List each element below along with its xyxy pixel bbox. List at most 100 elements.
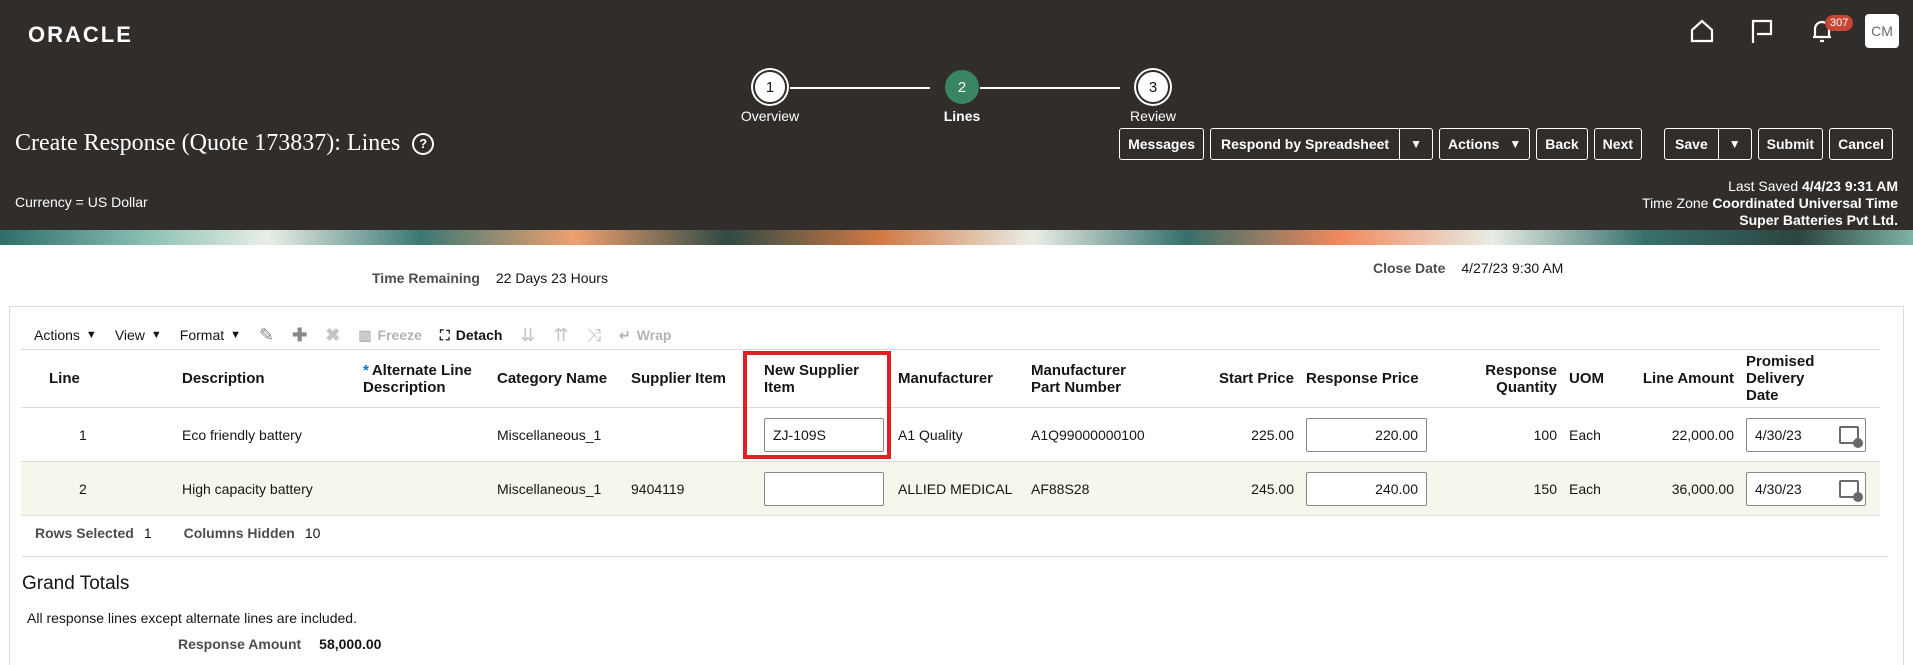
user-avatar[interactable]: CM — [1865, 14, 1899, 48]
help-icon[interactable]: ? — [412, 132, 435, 155]
chevron-down-icon[interactable]: ▼ — [1400, 129, 1432, 159]
flag-icon[interactable] — [1745, 14, 1779, 48]
notifications-bell-icon[interactable]: 307 — [1805, 14, 1854, 48]
table-actions-menu[interactable]: Actions ▼ — [34, 327, 97, 343]
freeze-icon: ▥ — [358, 326, 372, 343]
columns-hidden-label: Columns Hidden — [183, 525, 295, 541]
table-view-menu[interactable]: View ▼ — [115, 327, 162, 343]
step-label: Lines — [943, 108, 981, 124]
chevron-down-icon: ▼ — [1509, 137, 1522, 151]
freeze-button[interactable]: ▥ Freeze — [358, 327, 422, 344]
col-start-price[interactable]: Start Price — [1195, 349, 1300, 408]
time-remaining: Time Remaining 22 Days 23 Hours — [372, 270, 608, 286]
wrap-label: Wrap — [636, 327, 672, 343]
oracle-logo[interactable]: ORACLE — [28, 22, 133, 48]
train-step-lines[interactable]: 2 Lines — [902, 70, 1022, 124]
response-amount-label: Response Amount — [178, 636, 302, 652]
respond-by-spreadsheet-label[interactable]: Respond by Spreadsheet — [1211, 129, 1401, 159]
col-line[interactable]: Line — [43, 349, 176, 408]
grand-totals-heading: Grand Totals — [22, 573, 130, 594]
detach-button[interactable]: ⛶ Detach — [440, 327, 503, 344]
reorder-columns-icon[interactable]: ⤨ — [587, 325, 601, 346]
header-icons: 307 CM — [1685, 14, 1899, 48]
app-header: ORACLE 307 CM 1 Overview 2 Lines 3 Revie… — [0, 0, 1913, 230]
add-plus-icon[interactable]: ✚ — [292, 325, 307, 346]
wrap-icon: ↵ — [619, 326, 631, 343]
response-price-input[interactable]: 220.00 — [1306, 417, 1427, 452]
col-description[interactable]: Description — [176, 349, 357, 408]
col-new-supplier-item[interactable]: New Supplier Item — [758, 349, 892, 408]
rows-selected-value: 1 — [143, 525, 152, 541]
freeze-label: Freeze — [377, 327, 422, 343]
line-amount-cell: 22,000.00 — [1628, 407, 1740, 462]
manufacturer-part-cell: A1Q99000000100 — [1025, 407, 1195, 462]
step-label: Overview — [740, 108, 800, 124]
col-alternate-line-description[interactable]: * Alternate Line Description — [357, 349, 491, 408]
calendar-icon[interactable] — [1839, 425, 1863, 448]
response-price-cell: 240.00 — [1300, 461, 1435, 516]
promised-date-value: 4/30/23 — [1755, 426, 1802, 443]
response-quantity-cell: 100 — [1435, 407, 1563, 462]
col-header-line1: Response — [1485, 361, 1557, 379]
wrap-button[interactable]: ↵ Wrap — [619, 327, 671, 344]
response-price-cell: 220.00 — [1300, 407, 1435, 462]
sort-ascending-icon[interactable]: ⇈ — [554, 325, 569, 346]
description-link[interactable]: High capacity battery — [176, 461, 357, 516]
promised-date-cell: 4/30/23 — [1740, 407, 1880, 462]
new-supplier-item-cell: ZJ-109S — [758, 407, 892, 462]
col-manufacturer-part-number[interactable]: Manufacturer Part Number — [1025, 349, 1195, 408]
home-icon[interactable] — [1685, 14, 1719, 48]
uom-cell: Each — [1563, 461, 1628, 516]
currency-label: Currency = US Dollar — [15, 194, 148, 210]
actions-menu-button[interactable]: Actions ▼ — [1438, 128, 1531, 160]
col-line-amount[interactable]: Line Amount — [1628, 349, 1740, 408]
col-response-price[interactable]: Response Price — [1300, 349, 1435, 408]
next-button[interactable]: Next — [1593, 128, 1643, 160]
chevron-down-icon[interactable]: ▼ — [1719, 129, 1751, 159]
response-price-input[interactable]: 240.00 — [1306, 471, 1427, 506]
col-category-name[interactable]: Category Name — [491, 349, 625, 408]
col-promised-delivery-date[interactable]: Promised Delivery Date — [1740, 349, 1880, 408]
manufacturer-cell: A1 Quality — [892, 407, 1025, 462]
train-step-overview[interactable]: 1 Overview — [710, 70, 830, 124]
line-number-link[interactable]: 1 — [43, 407, 176, 462]
promised-date-cell: 4/30/23 — [1740, 461, 1880, 516]
submit-button[interactable]: Submit — [1757, 128, 1824, 160]
promised-date-input[interactable]: 4/30/23 — [1746, 417, 1866, 452]
col-manufacturer[interactable]: Manufacturer — [892, 349, 1025, 408]
line-number-link[interactable]: 2 — [43, 461, 176, 516]
col-response-quantity[interactable]: Response Quantity — [1435, 349, 1563, 408]
sort-descending-icon[interactable]: ⇊ — [520, 325, 535, 346]
calendar-icon[interactable] — [1839, 479, 1863, 502]
required-asterisk: * — [363, 361, 369, 379]
table-format-menu[interactable]: Format ▼ — [180, 327, 241, 343]
description-link[interactable]: Eco friendly battery — [176, 407, 357, 462]
row-selector[interactable] — [21, 407, 43, 462]
save-label[interactable]: Save — [1665, 129, 1719, 159]
table-row[interactable]: 1 Eco friendly battery Miscellaneous_1 Z… — [21, 407, 1880, 462]
new-supplier-item-input[interactable] — [764, 471, 884, 506]
promised-date-input[interactable]: 4/30/23 — [1746, 471, 1866, 506]
table-row[interactable]: 2 High capacity battery Miscellaneous_1 … — [21, 461, 1880, 516]
alternate-description-cell — [357, 461, 491, 516]
respond-by-spreadsheet-button[interactable]: Respond by Spreadsheet ▼ — [1210, 128, 1433, 160]
col-supplier-item[interactable]: Supplier Item — [625, 349, 758, 408]
step-label: Review — [1130, 108, 1176, 124]
process-train: 1 Overview 2 Lines 3 Review — [0, 70, 1913, 130]
new-supplier-item-input[interactable]: ZJ-109S — [764, 417, 884, 452]
line-amount-cell: 36,000.00 — [1628, 461, 1740, 516]
col-uom[interactable]: UOM — [1563, 349, 1628, 408]
col-header-line1: Manufacturer — [1031, 361, 1127, 379]
company-name: Super Batteries Pvt Ltd. — [1739, 212, 1898, 228]
edit-pencil-icon[interactable]: ✎ — [259, 325, 274, 346]
delete-x-icon[interactable]: ✖ — [325, 325, 340, 346]
col-header-line1: Promised Delivery — [1746, 353, 1815, 387]
chevron-down-icon: ▼ — [230, 329, 242, 341]
row-selector[interactable] — [21, 461, 43, 516]
messages-button[interactable]: Messages — [1119, 128, 1205, 160]
back-button[interactable]: Back — [1536, 128, 1588, 160]
col-header-line1: Alternate Line — [371, 361, 472, 379]
cancel-button[interactable]: Cancel — [1829, 128, 1893, 160]
train-step-review[interactable]: 3 Review — [1093, 70, 1213, 124]
save-button[interactable]: Save ▼ — [1664, 128, 1752, 160]
